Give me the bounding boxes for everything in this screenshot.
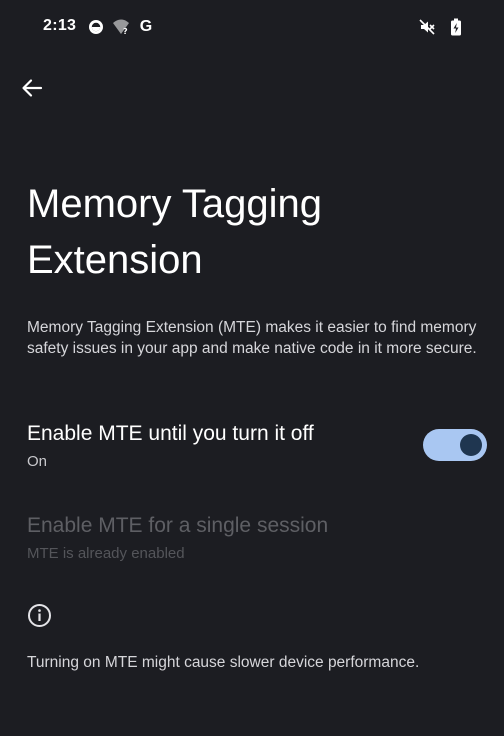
notification-icon (87, 18, 105, 36)
screen: 2:13 ? G Memory Tagging Extension Memory… (0, 0, 504, 736)
wifi-unknown-icon: ? (112, 18, 130, 36)
mte-toggle-switch[interactable] (423, 429, 487, 461)
google-g-icon: G (139, 18, 153, 35)
back-button[interactable] (14, 70, 50, 106)
page-title: Memory Tagging Extension (27, 182, 322, 282)
info-icon (28, 604, 51, 627)
status-time: 2:13 (43, 17, 77, 34)
setting-summary: MTE is already enabled (27, 545, 185, 562)
mute-icon (418, 18, 436, 36)
setting-title: Enable MTE until you turn it off (27, 422, 314, 445)
setting-summary: On (27, 453, 48, 470)
footer-warning-text: Turning on MTE might cause slower device… (27, 654, 420, 671)
battery-charging-icon (447, 18, 465, 36)
svg-text:?: ? (123, 27, 128, 35)
setting-enable-mte-until-off[interactable]: Enable MTE until you turn it off On (0, 418, 504, 478)
arrow-back-icon (22, 79, 43, 97)
status-bar: 2:13 ? G (0, 0, 504, 56)
setting-enable-mte-single-session: Enable MTE for a single session MTE is a… (0, 510, 504, 570)
setting-title: Enable MTE for a single session (27, 514, 329, 537)
toggle-thumb (460, 434, 482, 456)
page-description: Memory Tagging Extension (MTE) makes it … (27, 319, 477, 357)
